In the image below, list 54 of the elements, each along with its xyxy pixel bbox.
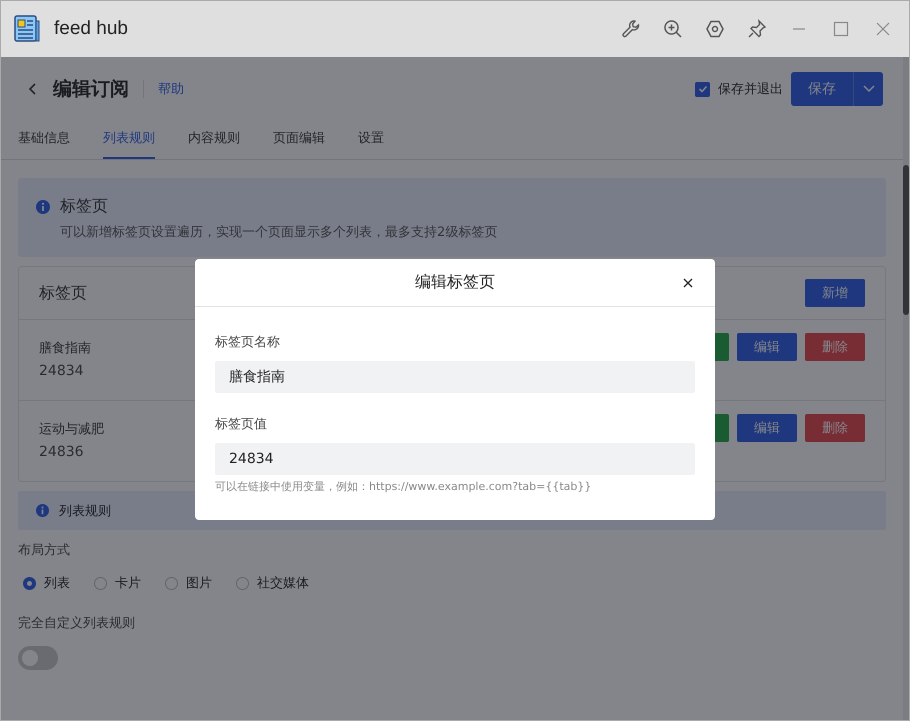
field-hint: 可以在链接中使用变量，例如：https://www.example.com?tab={{tab}}	[215, 479, 592, 494]
radio-button[interactable]	[94, 576, 107, 590]
tab[interactable]: 内容规则	[188, 123, 240, 159]
radio-button[interactable]	[165, 576, 178, 590]
maximize-icon[interactable]	[831, 19, 851, 39]
save-button[interactable]: 保存	[791, 72, 853, 106]
scrollbar-thumb[interactable]	[903, 165, 909, 315]
radio-label: 社交媒体	[257, 575, 309, 592]
field-label: 布局方式	[18, 542, 70, 559]
toggle-switch[interactable]	[18, 646, 58, 670]
info-icon	[36, 200, 50, 214]
field-label: 完全自定义列表规则	[18, 615, 135, 632]
window-title: feed hub	[54, 18, 128, 40]
pin-icon[interactable]	[747, 19, 767, 39]
tab[interactable]: 列表规则	[103, 123, 155, 159]
action-button[interactable]: 编辑	[737, 414, 797, 442]
action-button[interactable]: 删除	[805, 333, 865, 361]
info-icon	[36, 504, 49, 517]
dialog-title: 编辑标签页	[415, 272, 495, 293]
checkmark-icon	[698, 84, 708, 94]
field-label: 标签页值	[215, 416, 267, 433]
help-link[interactable]: 帮助	[158, 80, 184, 98]
radio-label: 列表	[44, 575, 70, 592]
input-field[interactable]: 膳食指南	[215, 361, 695, 393]
add-button[interactable]: 新增	[805, 279, 865, 307]
wrench-icon[interactable]	[621, 19, 641, 39]
action-button[interactable]: 删除	[805, 414, 865, 442]
radio-button[interactable]	[23, 576, 36, 590]
tab[interactable]: 页面编辑	[273, 123, 325, 159]
zoom-in-icon[interactable]	[663, 19, 683, 39]
input-field[interactable]: 24834	[215, 443, 695, 475]
tab[interactable]: 基础信息	[18, 123, 70, 159]
alert-title: 标签页	[60, 196, 108, 217]
field-label: 标签页名称	[215, 334, 280, 351]
tab[interactable]: 设置	[358, 123, 384, 159]
tab-name: 膳食指南	[39, 340, 91, 357]
page-title: 编辑订阅	[53, 77, 129, 102]
tab-value: 24836	[39, 444, 84, 460]
card-title: 标签页	[39, 282, 87, 304]
radio-label: 卡片	[115, 575, 141, 592]
tab-value: 24834	[39, 363, 84, 379]
settings-icon[interactable]	[705, 19, 725, 39]
checkbox[interactable]	[695, 82, 710, 96]
caret-icon	[862, 85, 874, 93]
newspaper-icon	[14, 15, 40, 43]
action-button[interactable]: 编辑	[737, 333, 797, 361]
radio-button[interactable]	[236, 576, 249, 590]
alert-text: 可以新增标签页设置遍历，实现一个页面显示多个列表，最多支持2级标签页	[59, 224, 498, 241]
checkbox-label: 保存并退出	[718, 81, 783, 98]
tab-name: 运动与减肥	[39, 421, 104, 438]
dropdown-button[interactable]	[853, 72, 883, 106]
radio-label: 图片	[186, 575, 212, 592]
section-title: 列表规则	[59, 502, 111, 520]
close-icon[interactable]	[683, 278, 693, 288]
